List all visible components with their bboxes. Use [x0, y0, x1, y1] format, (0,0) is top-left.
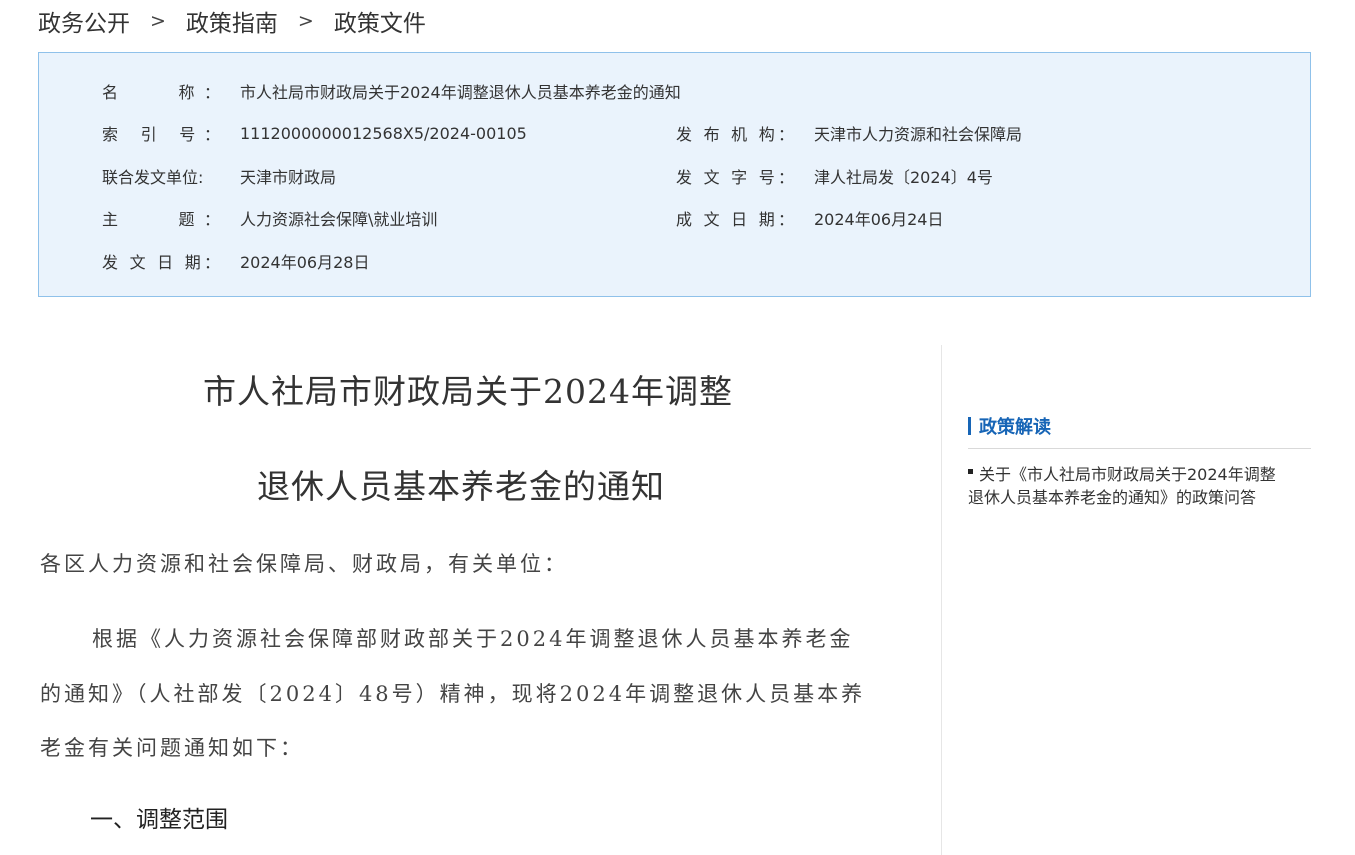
sidebar-title-text: 政策解读 [979, 417, 1051, 438]
meta-issuer-value: 天津市人力资源和社会保障局 [814, 125, 1023, 144]
meta-row-doc-number: 发 文 字 号： 津人社局发〔2024〕4号 [676, 162, 993, 190]
article-body-line1: 根据《人力资源社会保障部财政部关于2024年调整退休人员基本养老金 [92, 627, 854, 651]
sidebar-link-policy-qa[interactable]: 关于《市人社局市财政局关于2024年调整 退休人员基本养老金的通知》的政策问答 [968, 463, 1311, 509]
article-title-line1: 市人社局市财政局关于2024年调整 [203, 372, 733, 411]
breadcrumb-item-policy-guide[interactable]: 政策指南 [186, 4, 278, 38]
article-title-line2: 退休人员基本养老金的通知 [257, 467, 665, 506]
meta-row-joint-issuer: 联合发文单位: 天津市财政局 [102, 162, 336, 190]
meta-issuer-label: 发 布 机 构： [676, 125, 794, 144]
sidebar-title: 政策解读 [968, 410, 1311, 442]
meta-subject-label: 主 题： [102, 210, 220, 229]
breadcrumb-separator: > [297, 10, 314, 32]
meta-row-name: 名 称： 市人社局市财政局关于2024年调整退休人员基本养老金的通知 [102, 77, 681, 105]
meta-name-value: 市人社局市财政局关于2024年调整退休人员基本养老金的通知 [240, 83, 681, 102]
meta-docno-label: 发 文 字 号： [676, 168, 794, 187]
meta-row-written-date: 成 文 日 期： 2024年06月24日 [676, 204, 943, 232]
meta-joint-value: 天津市财政局 [240, 168, 337, 187]
article-salutation: 各区人力资源和社会保障局、财政局，有关单位： [40, 552, 568, 576]
sidebar-divider [968, 448, 1311, 449]
page: 政务公开 > 政策指南 > 政策文件 名 称： 市人社局市财政局关于2024年调… [0, 0, 1355, 855]
meta-written-label: 成 文 日 期： [676, 210, 794, 229]
bullet-icon [968, 469, 973, 474]
meta-index-value: 1112000000012568X5/2024-00105 [240, 123, 527, 143]
document-metadata-panel: 名 称： 市人社局市财政局关于2024年调整退休人员基本养老金的通知 索 引 号… [38, 52, 1311, 297]
breadcrumb: 政务公开 > 政策指南 > 政策文件 [38, 4, 426, 38]
sidebar-link-line2: 退休人员基本养老金的通知》的政策问答 [968, 488, 1257, 507]
column-divider [941, 345, 942, 855]
meta-publish-label: 发 文 日 期： [102, 253, 220, 272]
meta-written-value: 2024年06月24日 [814, 210, 944, 229]
article-body-line3: 老金有关问题通知如下： [40, 736, 304, 760]
breadcrumb-item-policy-docs[interactable]: 政策文件 [334, 4, 426, 38]
breadcrumb-separator: > [150, 10, 166, 32]
meta-row-index: 索 引 号： 1112000000012568X5/2024-00105 [102, 119, 527, 147]
article-section-heading: 一、调整范围 [90, 807, 228, 833]
sidebar-link-line1: 关于《市人社局市财政局关于2024年调整 [979, 465, 1276, 484]
meta-index-label: 索 引 号： [102, 125, 220, 144]
meta-name-label: 名 称： [102, 83, 220, 102]
article-body-line2: 的通知》（人社部发〔2024〕48号）精神，现将2024年调整退休人员基本养 [40, 682, 866, 706]
meta-row-issuer: 发 布 机 构： 天津市人力资源和社会保障局 [676, 119, 1022, 147]
meta-row-subject: 主 题： 人力资源社会保障\就业培训 [102, 204, 437, 232]
meta-docno-value: 津人社局发〔2024〕4号 [814, 168, 993, 187]
breadcrumb-item-gov-affairs[interactable]: 政务公开 [38, 4, 130, 38]
meta-publish-value: 2024年06月28日 [240, 253, 370, 272]
policy-interpretation-sidebar: 政策解读 关于《市人社局市财政局关于2024年调整 退休人员基本养老金的通知》的… [968, 410, 1311, 509]
meta-subject-value: 人力资源社会保障\就业培训 [240, 210, 438, 229]
meta-joint-label: 联合发文单位: [102, 168, 204, 187]
title-accent-bar [968, 417, 971, 435]
meta-row-publish-date: 发 文 日 期： 2024年06月28日 [102, 247, 369, 275]
